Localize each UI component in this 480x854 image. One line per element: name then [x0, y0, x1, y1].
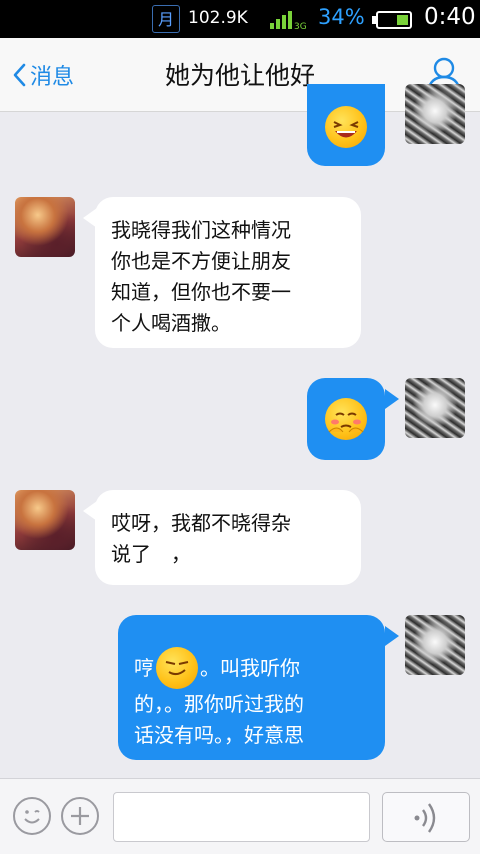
message-bubble-in[interactable]: 哎呀，我都不晓得杂 说了 ， [95, 490, 361, 585]
my-avatar[interactable] [405, 615, 465, 675]
message-line: 哼 。叫我听你 [134, 647, 385, 689]
clock: 0:40 [424, 4, 476, 30]
voice-icon [414, 803, 436, 833]
signal-3g-icon: 3G [270, 11, 307, 31]
message-line: 我晓得我们这种情况 [111, 218, 291, 242]
message-line: 的，。那你听过我的 [134, 692, 304, 716]
laughing-face-emoji [325, 106, 367, 148]
my-avatar[interactable] [405, 378, 465, 438]
message-bubble-out[interactable] [307, 84, 385, 166]
message-bubble-in[interactable]: 我晓得我们这种情况 你也是不方便让朋友 知道，但你也不要一 个人喝酒撒。 [95, 197, 361, 348]
input-bar [0, 778, 480, 854]
message-line: 知道，但你也不要一 [111, 280, 291, 304]
message-input[interactable] [113, 792, 370, 842]
battery-percent: 34% [318, 5, 365, 29]
contact-avatar[interactable] [15, 490, 75, 550]
message-line: 个人喝酒撒。 [111, 311, 231, 335]
my-avatar[interactable] [405, 84, 465, 144]
bubble-tail [385, 626, 399, 646]
message-line: 说了 ， [111, 542, 191, 566]
message-line: 你也是不方便让朋友 [111, 249, 291, 273]
contact-avatar[interactable] [15, 197, 75, 257]
smiley-icon-glyph [24, 810, 40, 824]
laughing-face-emoji-glyph [333, 121, 359, 138]
smiley-icon[interactable] [13, 797, 51, 835]
message-line: 哎呀，我都不晓得杂 [111, 511, 291, 535]
shy-face-emoji-glyph [328, 412, 364, 433]
message-bubble-out[interactable] [307, 378, 385, 460]
chevron-left-icon [13, 63, 26, 87]
smug-face-emoji [156, 647, 198, 689]
plus-icon-glyph [71, 807, 89, 825]
bubble-tail [385, 389, 399, 409]
status-bar: 月 102.9K 3G 34% 0:40 [0, 0, 480, 38]
back-label: 消息 [30, 65, 75, 90]
moon-icon: 月 [152, 5, 180, 33]
message-bubble-out[interactable]: 哼 。叫我听你 的，。那你听过我的 话没有吗。，好意思 [118, 615, 385, 760]
message-line: 话没有吗。，好意思 [134, 723, 304, 747]
smug-face-emoji-glyph [165, 661, 189, 676]
voice-button[interactable] [382, 792, 470, 842]
network-speed: 102.9K [188, 8, 248, 28]
shy-face-emoji [325, 398, 367, 440]
message-line: 。叫我听你 [200, 655, 300, 680]
plus-icon[interactable] [61, 797, 99, 835]
back-button[interactable]: 消息 [12, 58, 74, 92]
svg-text:3G: 3G [294, 22, 307, 31]
message-lead: 哼 [134, 655, 154, 680]
battery-icon [372, 11, 412, 29]
